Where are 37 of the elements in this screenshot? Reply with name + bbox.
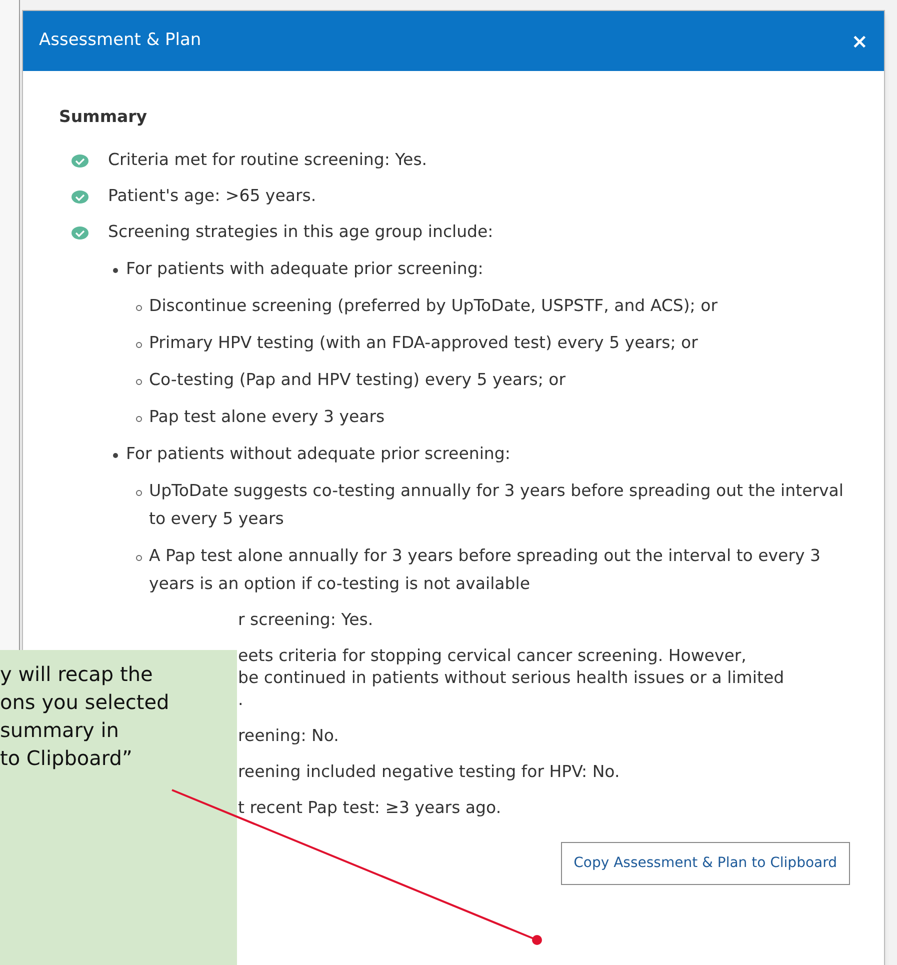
check-icon	[71, 226, 89, 240]
close-button[interactable]: ×	[851, 31, 868, 51]
summary-text: Criteria met for routine screening: Yes.	[108, 148, 428, 171]
list-text: UpToDate suggests co-testing annually for 3 years before spreading out the interval to every 5 years	[149, 480, 844, 530]
list-text: Pap test alone every 3 years	[149, 406, 385, 428]
callout-text: to Clipboard”	[0, 745, 132, 772]
list-text: For patients without adequate prior screening:	[126, 442, 510, 465]
check-icon	[71, 190, 89, 204]
check-icon	[71, 154, 89, 168]
summary-text: reening: No.	[238, 724, 339, 747]
bullet-icon	[136, 554, 142, 561]
summary-text: t recent Pap test: ≥3 years ago.	[238, 796, 502, 819]
summary-text: r screening: Yes.	[238, 608, 374, 631]
list-text: A Pap test alone annually for 3 years before spreading out the interval to every 3 years is an option if co-testing is not available	[149, 544, 822, 595]
callout-text: y will recap the	[0, 661, 153, 688]
summary-text: eets criteria for stopping cervical cancer screening. However,	[238, 644, 746, 667]
list-text: Co-testing (Pap and HPV testing) every 5 years; or	[149, 368, 566, 391]
dialog-title: Assessment & Plan	[39, 29, 202, 52]
list-text: Discontinue screening (preferred by UpToDate, USPSTF, and ACS); or	[149, 294, 718, 317]
summary-heading: Summary	[59, 106, 148, 128]
summary-text: Patient's age: >65 years.	[108, 184, 318, 207]
copy-button[interactable]: Copy Assessment & Plan to Clipboard	[560, 842, 850, 885]
bullet-icon	[113, 268, 118, 273]
bullet-icon	[113, 452, 118, 458]
summary-text: be continued in patients without serious health issues or a limited	[238, 666, 784, 689]
callout-text: summary in	[0, 717, 119, 744]
bullet-icon	[136, 378, 142, 385]
bullet-icon	[136, 490, 142, 496]
summary-text: .	[238, 688, 244, 711]
callout-text: ons you selected	[0, 689, 170, 716]
bullet-icon	[136, 304, 142, 311]
summary-text: Screening strategies in this age group include:	[108, 220, 494, 243]
summary-text: reening included negative testing for HPV: No.	[238, 760, 620, 783]
bullet-icon	[136, 342, 142, 348]
bullet-icon	[136, 416, 142, 422]
list-text: Primary HPV testing (with an FDA-approved test) every 5 years; or	[149, 332, 698, 354]
list-text: For patients with adequate prior screening:	[126, 258, 484, 280]
